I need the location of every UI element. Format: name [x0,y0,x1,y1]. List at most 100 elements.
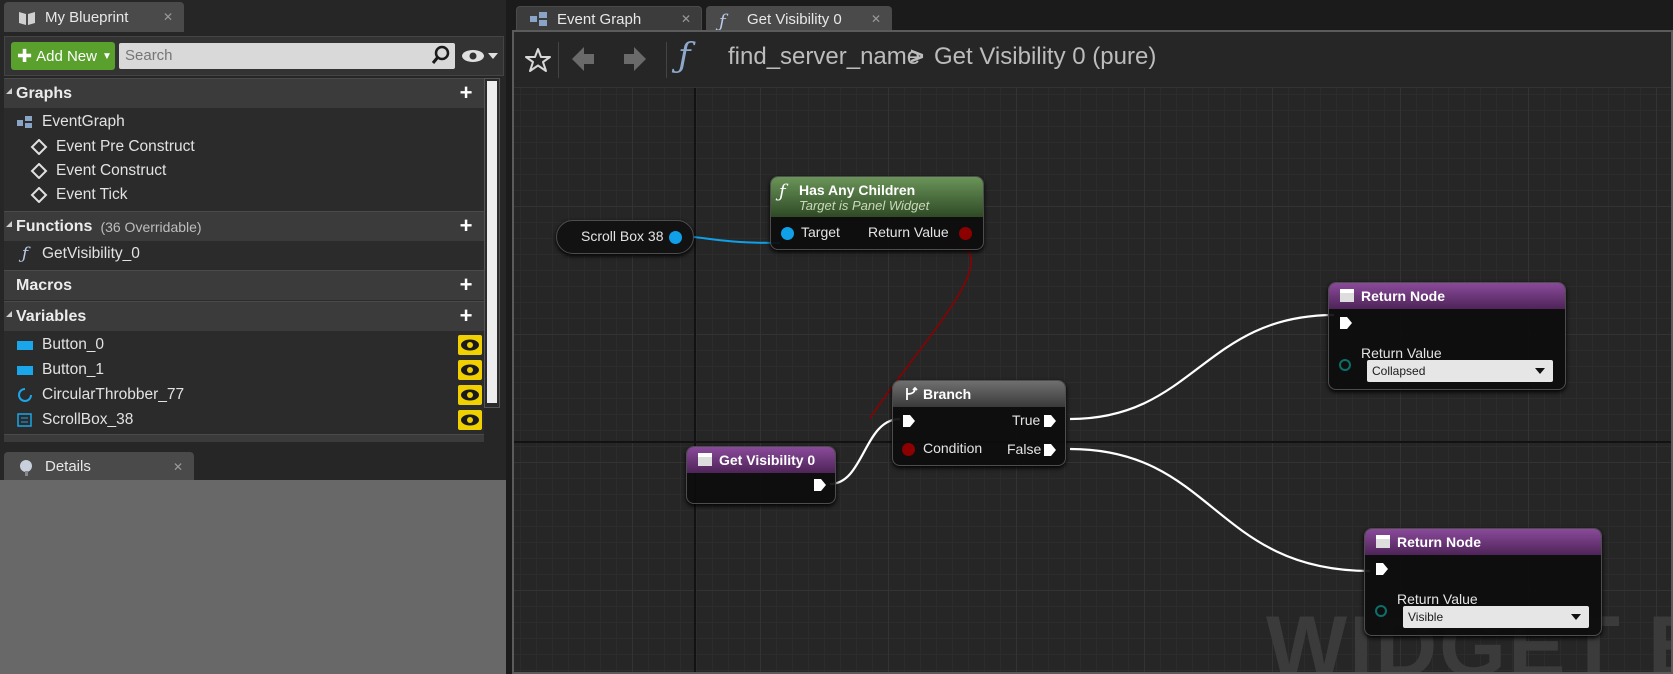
item-label: GetVisibility_0 [42,245,140,262]
function-icon: ƒ [779,181,786,202]
graph-canvas[interactable]: WIDGET BLU Scroll Box 38 Has Any Childre… [514,88,1671,672]
eye-icon[interactable] [458,410,482,430]
forward-arrow-icon[interactable] [622,44,648,74]
node-title: Return Node [1361,288,1445,304]
bool-output-pin[interactable] [959,227,972,240]
eye-icon[interactable] [461,47,501,65]
enum-input-pin[interactable] [1375,605,1387,617]
overridable-count: (36 Overridable) [100,218,202,235]
section-next [4,434,484,442]
condition-input-pin[interactable] [902,443,915,456]
variable-label: Button_0 [42,336,105,353]
chevron-down-icon [1571,614,1581,620]
wire-exec-get-to-branch [829,417,901,486]
exec-output-pin[interactable] [813,478,827,492]
tab-label: Event Graph [557,11,642,28]
section-variables[interactable]: Variables + [4,301,484,331]
add-new-label: Add New [36,47,97,65]
return-node-icon [1340,289,1354,302]
pin-label-target: Target [801,224,840,240]
visibility-enum-dropdown[interactable]: Visible [1403,606,1589,628]
function-entry-node[interactable]: Get Visibility 0 [686,446,836,504]
star-icon[interactable] [524,46,552,74]
variable-row[interactable]: Button_1 [16,358,482,382]
exec-input-pin[interactable] [1339,316,1353,330]
variable-row[interactable]: CircularThrobber_77 [16,383,482,407]
close-icon[interactable]: ✕ [871,12,881,26]
visibility-enum-dropdown[interactable]: Collapsed [1367,360,1553,382]
add-new-button[interactable]: ✚ Add New ▼ [11,42,115,70]
add-variable-button[interactable]: + [454,305,478,329]
tab-event-graph[interactable]: Event Graph ✕ [516,6,702,32]
tree-scrollbar[interactable] [484,78,500,408]
book-icon [17,9,37,27]
scroll-box-getter-node[interactable]: Scroll Box 38 [556,220,694,254]
pin-label-return-value: Return Value [1397,591,1478,607]
scrollbar-thumb[interactable] [487,81,497,403]
details-panel [0,480,506,674]
graph-editor: ƒ find_server_name > Get Visibility 0 (p… [512,30,1673,674]
node-title: Branch [923,386,972,402]
pin-label-return: Return Value [868,224,949,240]
return-node-icon [1376,535,1390,548]
return-node-visible[interactable]: Return Node Return Value Visible [1364,528,1602,636]
section-label: Macros [16,276,73,294]
branch-node[interactable]: Branch Condition True False [892,380,1066,466]
tab-details[interactable]: Details ✕ [4,452,194,480]
exec-true-pin[interactable] [1043,414,1057,428]
blueprint-tree: Graphs + EventGraph Event Pre Construct … [4,78,484,442]
tree-item-eventgraph[interactable]: EventGraph [16,110,125,134]
node-label: Scroll Box 38 [581,228,664,244]
enum-input-pin[interactable] [1339,359,1351,371]
wire-exec-false [1069,447,1371,573]
exec-input-pin[interactable] [902,414,916,428]
exec-false-pin[interactable] [1043,443,1057,457]
close-icon[interactable]: ✕ [163,10,173,24]
collapse-arrow-icon[interactable] [6,88,12,94]
add-macro-button[interactable]: + [454,274,478,298]
plus-icon: ✚ [17,45,33,66]
my-blueprint-panel: My Blueprint ✕ ✚ Add New ▼ Graphs + Even… [0,0,506,674]
section-graphs[interactable]: Graphs + [4,78,484,108]
section-functions[interactable]: Functions (36 Overridable) + [4,211,484,241]
tree-item-event-tick[interactable]: Event Tick [30,183,128,207]
tree-item-event-construct[interactable]: Event Construct [30,159,166,183]
item-label: Event Construct [56,162,167,179]
exec-input-pin[interactable] [1375,562,1389,576]
eye-icon[interactable] [458,335,482,355]
tab-label: My Blueprint [45,9,129,26]
add-function-button[interactable]: + [454,215,478,239]
node-title: Return Node [1397,534,1481,550]
variable-row[interactable]: ScrollBox_38 [16,408,482,432]
close-icon[interactable]: ✕ [681,12,691,26]
has-any-children-node[interactable]: Has Any Children Target is Panel Widget … [770,176,984,250]
search-input[interactable] [119,43,455,69]
node-header: Return Node [1329,283,1565,309]
search-icon[interactable] [431,45,451,65]
tab-my-blueprint[interactable]: My Blueprint ✕ [4,2,184,32]
event-diamond-icon [30,138,48,156]
collapse-arrow-icon[interactable] [6,221,12,227]
eye-icon[interactable] [458,360,482,380]
add-graph-button[interactable]: + [454,82,478,106]
breadcrumb-parent[interactable]: find_server_name [728,43,920,71]
throbber-icon [16,387,34,403]
section-macros[interactable]: Macros + [4,270,484,300]
variable-row[interactable]: Button_0 [16,333,482,357]
breadcrumb-separator: > [910,43,925,70]
section-label: Functions [16,217,93,235]
tree-item-event-pre-construct[interactable]: Event Pre Construct [30,135,195,159]
tab-get-visibility[interactable]: ƒ Get Visibility 0 ✕ [706,6,892,32]
eye-icon[interactable] [458,385,482,405]
pin-label-return-value: Return Value [1361,345,1442,361]
tree-item-function[interactable]: ƒ GetVisibility_0 [16,242,140,266]
back-arrow-icon[interactable] [570,44,596,74]
collapse-arrow-icon[interactable] [6,311,12,317]
return-node-collapsed[interactable]: Return Node Return Value Collapsed [1328,282,1566,390]
close-icon[interactable]: ✕ [173,460,183,474]
object-output-pin[interactable] [669,231,682,244]
section-label: Graphs [16,84,73,102]
target-input-pin[interactable] [781,227,794,240]
graph-toolbar: ƒ find_server_name > Get Visibility 0 (p… [514,32,1671,88]
button-widget-icon [16,337,34,353]
